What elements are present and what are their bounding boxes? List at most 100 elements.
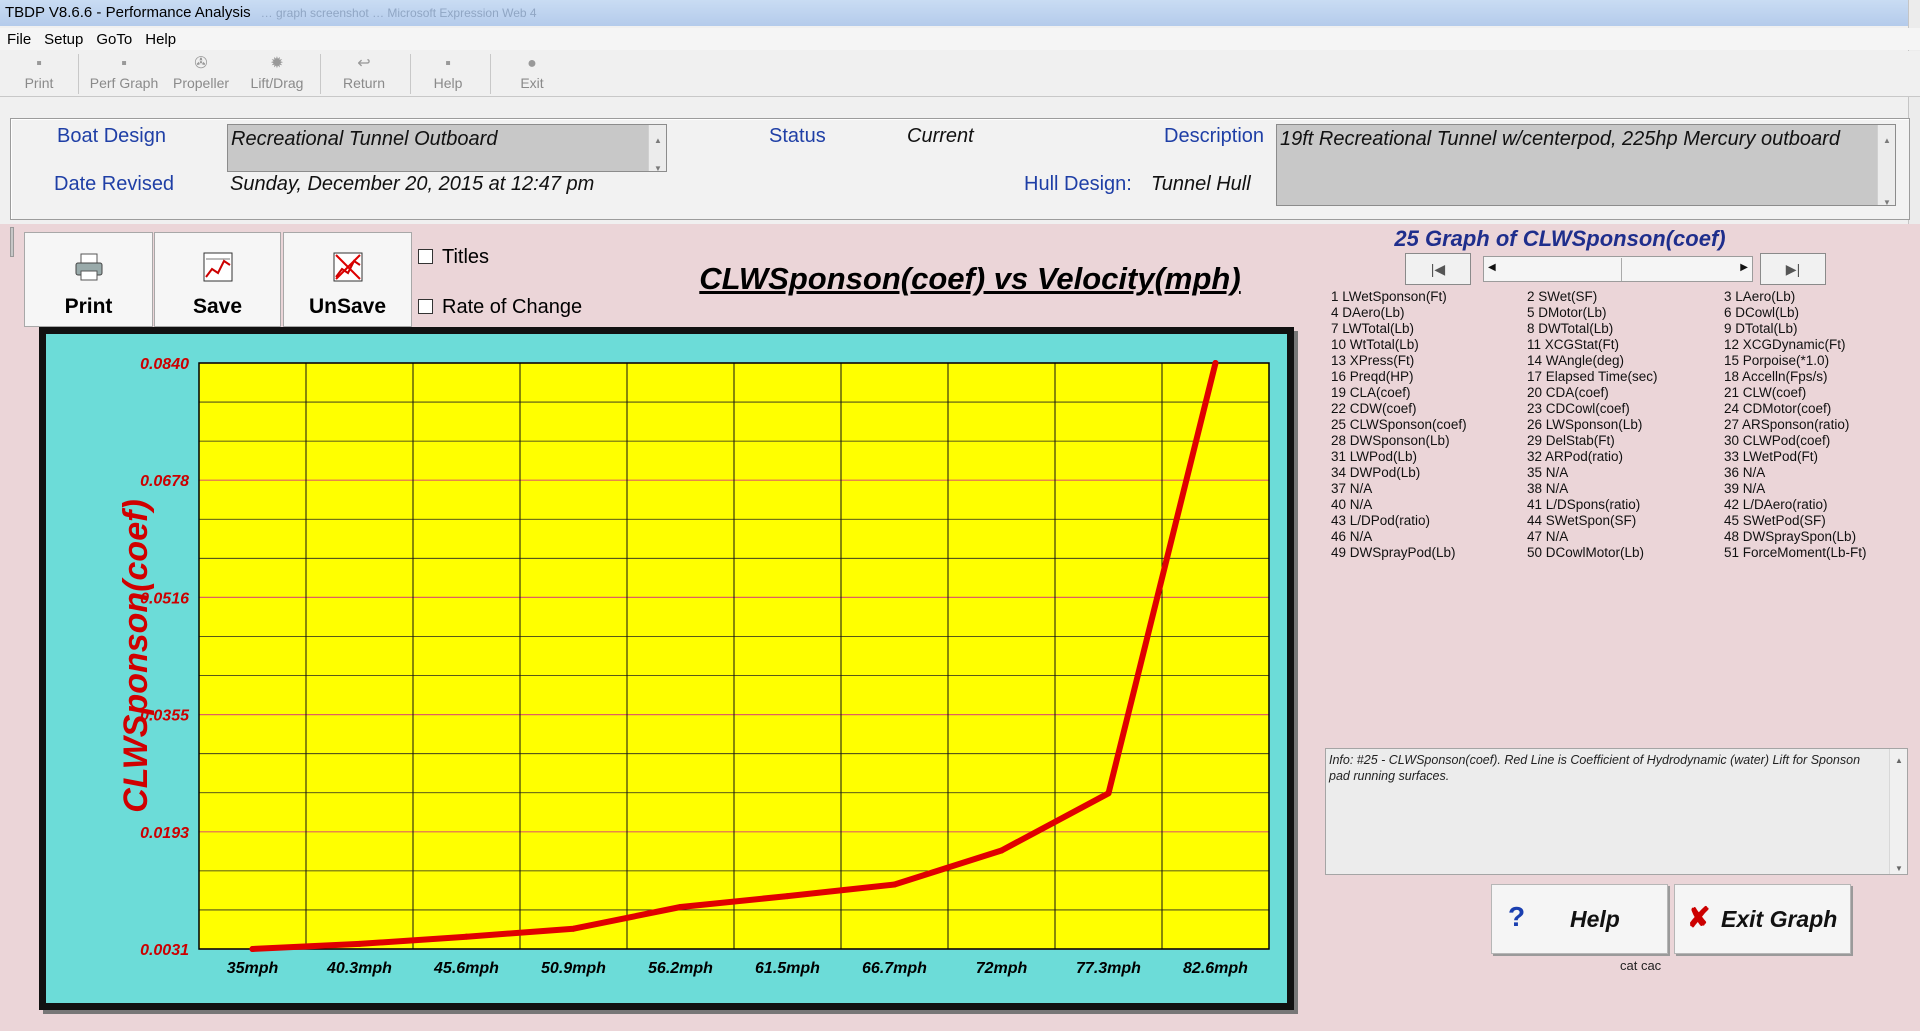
menu-goto[interactable]: GoTo [89, 28, 138, 48]
scroll-left-icon[interactable]: ◀ [1488, 262, 1496, 273]
footer-text: cat cac [1620, 958, 1662, 973]
graph-list-item[interactable]: 51 ForceMoment(Lb-Ft) [1724, 545, 1867, 561]
graph-list-item[interactable]: 20 CDA(coef) [1527, 385, 1609, 401]
menu-file[interactable]: File [0, 28, 37, 48]
graph-list-item[interactable]: 43 L/DPod(ratio) [1331, 513, 1430, 529]
graph-list-item[interactable]: 47 N/A [1527, 529, 1568, 545]
first-icon: |◀ [1430, 261, 1446, 277]
propeller-icon: ✇ [194, 55, 208, 72]
toolbar-lift-drag-button[interactable]: ✹ Lift/Drag [242, 53, 312, 95]
graph-list-item[interactable]: 25 CLWSponson(coef) [1331, 417, 1467, 433]
first-graph-button[interactable]: |◀ [1405, 253, 1471, 285]
toolbar-propeller-button[interactable]: ✇ Propeller [168, 53, 234, 95]
scroll-up-icon[interactable]: ▲ [1895, 753, 1903, 769]
graph-list-item[interactable]: 45 SWetPod(SF) [1724, 513, 1826, 529]
chart-frame: 0.0840 0.0678 0.0516 0.0355 0.0193 0.0031 35mp… [39, 327, 1294, 1010]
toolbar-print-button[interactable]: ▪ Print [14, 53, 64, 95]
graph-list-item[interactable]: 27 ARSponson(ratio) [1724, 417, 1849, 433]
graph-list-item[interactable]: 23 CDCowl(coef) [1527, 401, 1630, 417]
graph-list-item[interactable]: 18 Accelln(Fps/s) [1724, 369, 1828, 385]
graph-list-item[interactable]: 30 CLWPod(coef) [1724, 433, 1830, 449]
graph-list-item[interactable]: 3 LAero(Lb) [1724, 289, 1795, 305]
scroll-down-icon[interactable]: ▼ [1883, 191, 1891, 214]
scroll-down-icon[interactable]: ▼ [654, 157, 662, 180]
graph-list-item[interactable]: 32 ARPod(ratio) [1527, 449, 1623, 465]
graph-list-item[interactable]: 2 SWet(SF) [1527, 289, 1597, 305]
graph-list-item[interactable]: 16 Preqd(HP) [1331, 369, 1414, 385]
graph-list-item[interactable]: 50 DCowlMotor(Lb) [1527, 545, 1644, 561]
graph-list-item[interactable]: 4 DAero(Lb) [1331, 305, 1405, 321]
titles-checkbox-box[interactable] [418, 249, 433, 264]
graph-list-item[interactable]: 48 DWSpraySpon(Lb) [1724, 529, 1856, 545]
scroll-thumb[interactable] [1621, 258, 1622, 281]
graph-list-item[interactable]: 38 N/A [1527, 481, 1568, 497]
graph-list-item[interactable]: 46 N/A [1331, 529, 1372, 545]
boat-design-scrollbar[interactable]: ▲ ▼ [648, 125, 666, 173]
scroll-up-icon[interactable]: ▲ [1883, 129, 1891, 152]
graph-list-item[interactable]: 31 LWPod(Lb) [1331, 449, 1417, 465]
printer-icon: ▪ [36, 55, 42, 72]
graph-list-item[interactable]: 11 XCGStat(Ft) [1527, 337, 1619, 353]
help-button[interactable]: ? Help [1491, 884, 1668, 954]
graph-list-item[interactable]: 15 Porpoise(*1.0) [1724, 353, 1829, 369]
toolbar-separator [410, 54, 411, 94]
graph-save-button[interactable]: Save [154, 232, 281, 327]
graph-list-item[interactable]: 13 XPress(Ft) [1331, 353, 1414, 369]
graph-list-item[interactable]: 28 DWSponson(Lb) [1331, 433, 1450, 449]
graph-list-item[interactable]: 26 LWSponson(Lb) [1527, 417, 1642, 433]
graph-list-item[interactable]: 41 L/DSpons(ratio) [1527, 497, 1640, 513]
graph-list-item[interactable]: 40 N/A [1331, 497, 1372, 513]
graph-list-item[interactable]: 42 L/DAero(ratio) [1724, 497, 1828, 513]
scroll-right-icon[interactable]: ▶ [1740, 262, 1748, 273]
graph-print-button[interactable]: Print [24, 232, 153, 327]
toolbar-return-button[interactable]: ↩ Return [334, 53, 394, 95]
graph-list-item[interactable]: 39 N/A [1724, 481, 1765, 497]
graph-list-item[interactable]: 9 DTotal(Lb) [1724, 321, 1798, 337]
toolbar-help-button[interactable]: ▪ Help [420, 53, 476, 95]
titles-checkbox[interactable]: Titles [418, 246, 489, 269]
graph-selector-scrollbar[interactable]: ◀ ▶ [1483, 256, 1753, 282]
graph-list-item[interactable]: 17 Elapsed Time(sec) [1527, 369, 1658, 385]
graph-list-item[interactable]: 22 CDW(coef) [1331, 401, 1417, 417]
description-value: 19ft Recreational Tunnel w/centerpod, 22… [1280, 128, 1840, 150]
graph-list-item[interactable]: 7 LWTotal(Lb) [1331, 321, 1414, 337]
scroll-up-icon[interactable]: ▲ [654, 129, 662, 152]
graph-list-item[interactable]: 24 CDMotor(coef) [1724, 401, 1831, 417]
graph-unsave-button[interactable]: UnSave [283, 232, 412, 327]
graph-list-item[interactable]: 14 WAngle(deg) [1527, 353, 1624, 369]
toolbar-perf-graph-button[interactable]: ▪ Perf Graph [86, 53, 162, 95]
exit-graph-button[interactable]: ✘ Exit Graph [1674, 884, 1851, 954]
graph-list-item[interactable]: 19 CLA(coef) [1331, 385, 1411, 401]
graph-list-item[interactable]: 36 N/A [1724, 465, 1765, 481]
x-tick-label: 50.9mph [541, 960, 606, 977]
graph-list-item[interactable]: 37 N/A [1331, 481, 1372, 497]
description-scrollbar[interactable]: ▲ ▼ [1877, 125, 1895, 207]
boat-design-field[interactable]: Recreational Tunnel Outboard ▲ ▼ [227, 124, 667, 173]
graph-list-item[interactable]: 12 XCGDynamic(Ft) [1724, 337, 1846, 353]
data-point [998, 847, 1005, 854]
toolbar-exit-button[interactable]: ● Exit [504, 53, 560, 95]
menu-help[interactable]: Help [138, 28, 182, 48]
description-field[interactable]: 19ft Recreational Tunnel w/centerpod, 22… [1276, 124, 1896, 207]
rate-of-change-checkbox[interactable]: Rate of Change [418, 296, 582, 319]
graph-list-item[interactable]: 6 DCowl(Lb) [1724, 305, 1799, 321]
graph-list-item[interactable]: 34 DWPod(Lb) [1331, 465, 1420, 481]
last-icon: ▶| [1785, 261, 1801, 277]
graph-list-item[interactable]: 29 DelStab(Ft) [1527, 433, 1615, 449]
graph-list-item[interactable]: 49 DWSprayPod(Lb) [1331, 545, 1456, 561]
graph-list-item[interactable]: 10 WtTotal(Lb) [1331, 337, 1419, 353]
info-box: Info: #25 - CLWSponson(coef). Red Line i… [1325, 748, 1908, 875]
scroll-down-icon[interactable]: ▼ [1895, 861, 1903, 877]
graph-list-item[interactable]: 5 DMotor(Lb) [1527, 305, 1607, 321]
info-scrollbar[interactable]: ▲ ▼ [1889, 749, 1907, 874]
graph-list-item[interactable]: 21 CLW(coef) [1724, 385, 1806, 401]
graph-list-item[interactable]: 35 N/A [1527, 465, 1568, 481]
graph-list-item[interactable]: 44 SWetSpon(SF) [1527, 513, 1636, 529]
menu-setup[interactable]: Setup [37, 28, 89, 48]
last-graph-button[interactable]: ▶| [1760, 253, 1826, 285]
graph-list-item[interactable]: 1 LWetSponson(Ft) [1331, 289, 1447, 305]
graph-list-item[interactable]: 8 DWTotal(Lb) [1527, 321, 1613, 337]
rate-of-change-checkbox-box[interactable] [418, 299, 433, 314]
graph-list-item[interactable]: 33 LWetPod(Ft) [1724, 449, 1818, 465]
splitter-handle[interactable] [10, 227, 14, 257]
